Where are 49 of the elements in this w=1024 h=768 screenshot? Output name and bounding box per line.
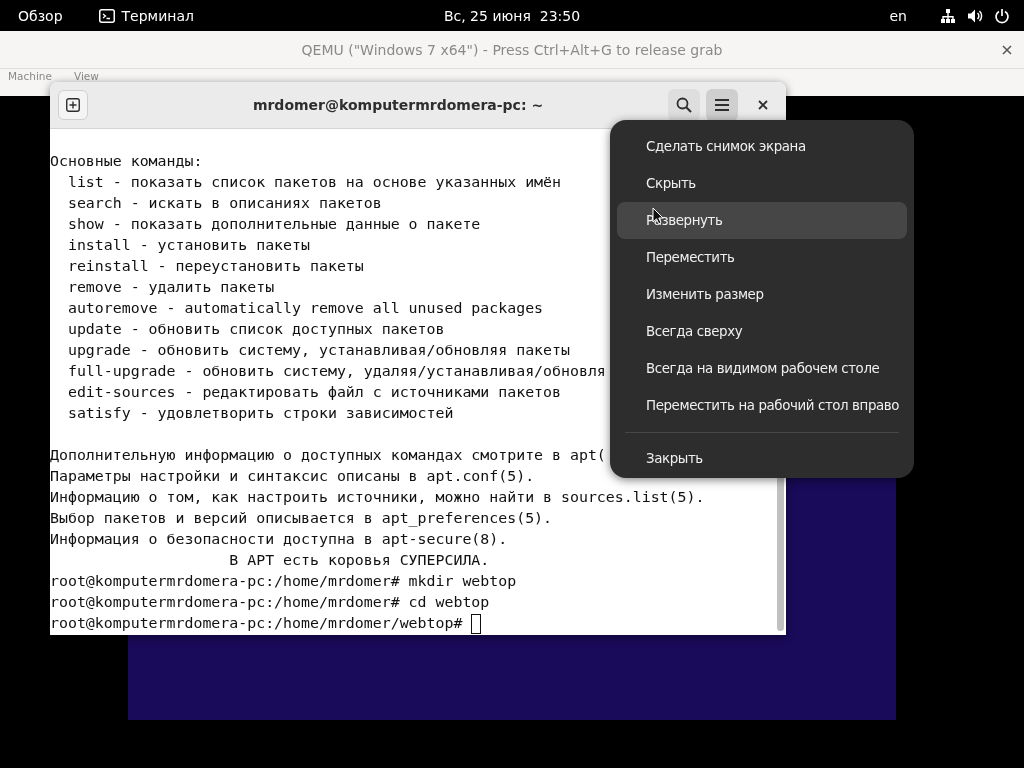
power-icon[interactable] — [994, 7, 1010, 24]
menu-item[interactable]: Переместить — [617, 239, 907, 276]
terminal-line: list - показать список пакетов на основе указанных имён — [66, 172, 561, 193]
menu-item[interactable]: Всегда сверху — [617, 313, 907, 350]
terminal-line: upgrade - обновить систему, устанавливая/обновляя пакеты — [66, 340, 570, 361]
terminal-line: Информацию о том, как настроить источники, можно найти в sources.list(5). — [50, 487, 705, 508]
close-icon[interactable] — [1002, 44, 1012, 55]
menu-icon — [714, 98, 730, 112]
terminal-line: В APT есть коровья СУПЕРСИЛА. — [228, 550, 490, 571]
network-icon[interactable] — [940, 7, 956, 24]
terminal-icon — [98, 8, 115, 23]
terminal-line: remove - удалить пакеты — [66, 277, 275, 298]
terminal-line: show - показать дополнительные данные о пакете — [66, 214, 481, 235]
terminal-line: Основные команды: — [50, 151, 203, 172]
terminal-line: Дополнительную информацию о доступных командах смотрите в apt( — [50, 445, 606, 466]
terminal-line: install - установить пакеты — [66, 235, 310, 256]
terminal-line: search - искать в описаниях пакетов — [66, 193, 382, 214]
menu-item[interactable]: Сделать снимок экрана — [617, 128, 907, 165]
menu-item[interactable]: Закрыть — [617, 440, 907, 477]
volume-icon[interactable] — [967, 7, 983, 24]
menu-item[interactable]: Всегда на видимом рабочем столе — [617, 350, 907, 387]
menu-item[interactable]: Переместить на рабочий стол вправо — [617, 387, 907, 424]
app-menu-button[interactable]: Терминал — [121, 7, 194, 24]
terminal-line: Информация о безопасности доступна в apt-secure(8). — [50, 529, 508, 550]
terminal-line: full-upgrade - обновить систему, удаляя/устанавливая/обновля — [66, 361, 606, 382]
plus-icon — [66, 98, 80, 112]
clock[interactable]: Вс, 25 июня 23:50 — [443, 7, 581, 24]
terminal-line: autoremove - automatically remove all unused packages — [66, 298, 544, 319]
terminal-line: root@komputermrdomera-pc:/home/mrdomer/webtop# — [50, 613, 464, 634]
menu-item[interactable]: Изменить размер — [617, 276, 907, 313]
terminal-line: Параметры настройки и синтаксис описаны в apt.conf(5). — [50, 466, 535, 487]
new-tab-button[interactable] — [58, 90, 88, 120]
menu-button[interactable] — [706, 89, 738, 121]
terminal-line: Выбор пакетов и версий описывается в apt_preferences(5). — [50, 508, 553, 529]
activities-button[interactable]: Обзор — [18, 7, 63, 24]
terminal-line: edit-sources - редактировать файл с источниками пакетов — [66, 382, 561, 403]
terminal-line: update - обновить список доступных пакетов — [66, 319, 445, 340]
menu-item[interactable]: Скрыть — [617, 165, 907, 202]
keyboard-layout[interactable]: en — [889, 7, 907, 24]
search-icon — [676, 97, 692, 113]
terminal-title: mrdomer@komputermrdomera-pc: ~ — [251, 97, 545, 113]
terminal-line: reinstall - переустановить пакеты — [66, 256, 364, 277]
close-icon — [758, 100, 768, 110]
terminal-line: satisfy - удовлетворить строки зависимостей — [66, 403, 454, 424]
window-title: QEMU ("Windows 7 x64") - Press Ctrl+Alt+G to release grab — [301, 41, 723, 58]
terminal-line: root@komputermrdomera-pc:/home/mrdomer# cd webtop — [50, 592, 490, 613]
search-button[interactable] — [668, 89, 700, 121]
menu-item[interactable]: Развернуть — [617, 202, 907, 239]
terminal-line: root@komputermrdomera-pc:/home/mrdomer# mkdir webtop — [50, 571, 517, 592]
